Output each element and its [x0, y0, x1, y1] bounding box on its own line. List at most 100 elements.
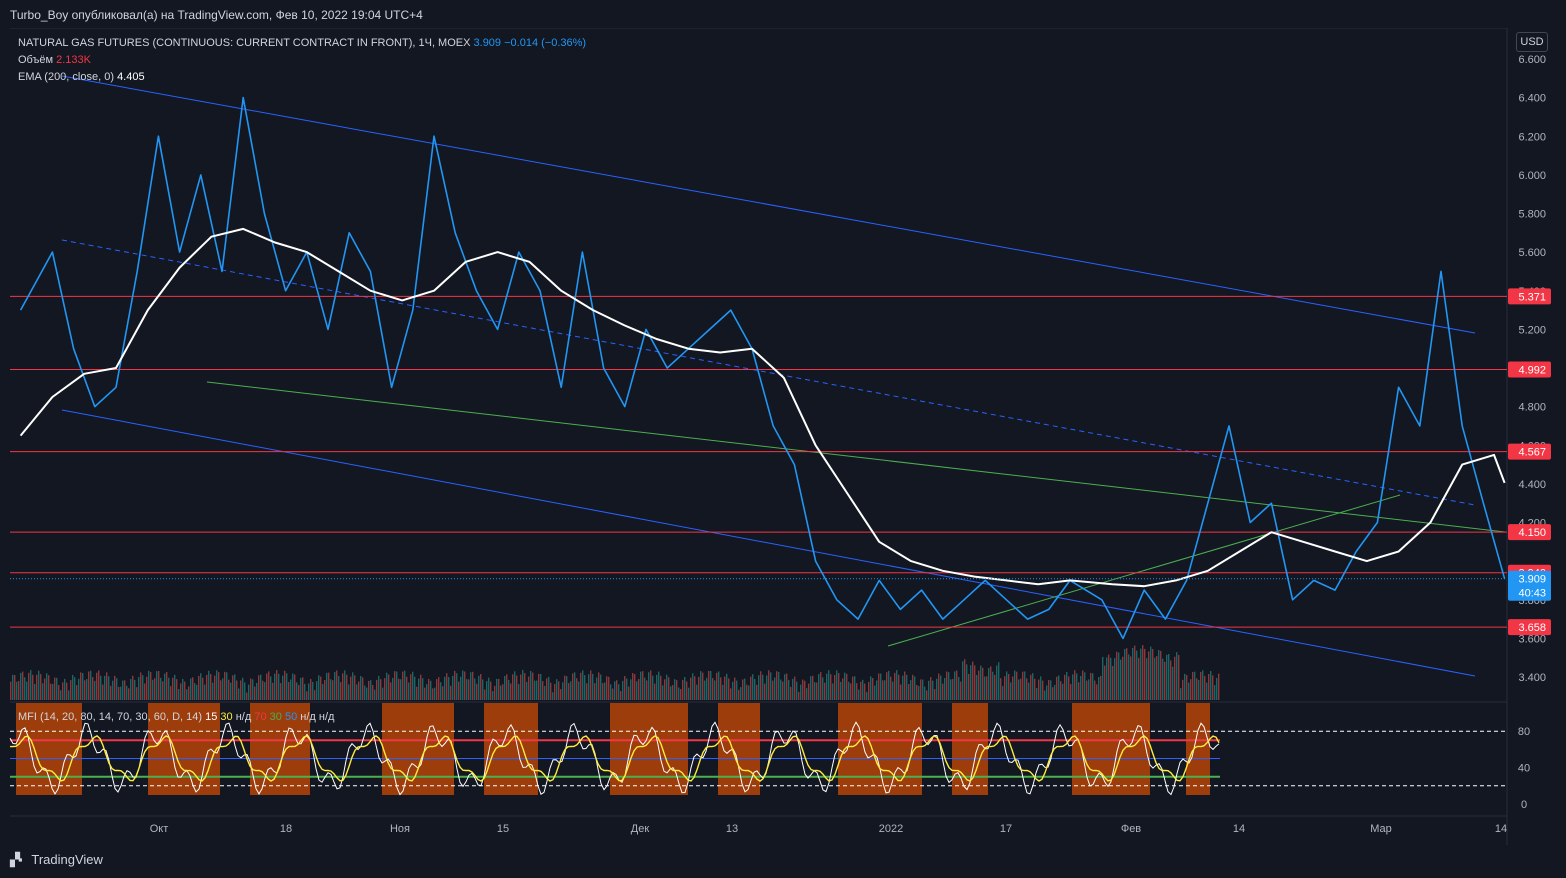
volume-bar: [48, 675, 50, 700]
volume-bar: [20, 672, 22, 700]
volume-bar: [522, 670, 524, 700]
volume-bar: [198, 675, 200, 700]
mfi-band: [676, 703, 682, 795]
volume-bar: [1198, 680, 1200, 700]
volume-bar: [1012, 676, 1014, 700]
volume-bar: [1068, 676, 1070, 700]
volume-bar: [670, 686, 672, 700]
volume-bar: [942, 683, 944, 700]
symbol-title[interactable]: NATURAL GAS FUTURES (CONTINUOUS: CURRENT…: [18, 37, 470, 49]
volume-bar: [898, 674, 900, 700]
volume-bar: [1116, 651, 1118, 700]
volume-bar: [820, 672, 822, 700]
volume-bar: [860, 681, 862, 700]
currency-button[interactable]: USD: [1516, 32, 1548, 52]
volume-bar: [544, 685, 546, 700]
footer-bar: [0, 845, 1566, 878]
volume-bar: [216, 670, 218, 700]
mfi-band: [724, 703, 730, 795]
mfi-band: [646, 703, 652, 795]
volume-bar: [928, 680, 930, 700]
volume-bar: [1032, 673, 1034, 700]
volume-bar: [1186, 675, 1188, 700]
volume-bar: [606, 676, 608, 700]
ema-row[interactable]: EMA (200, close, 0) 4.405: [18, 69, 586, 86]
volume-bar: [88, 671, 90, 700]
price-chart[interactable]: 6.6006.4006.2006.0005.8005.6005.4005.200…: [0, 0, 1566, 878]
volume-bar: [510, 683, 512, 700]
volume-bar: [334, 672, 336, 700]
mfi-band: [856, 703, 862, 795]
tradingview-logo[interactable]: ▞▪ TradingView: [10, 852, 103, 868]
volume-bar: [202, 677, 204, 700]
volume-bar: [352, 672, 354, 700]
volume-bar: [480, 673, 482, 700]
mfi-band: [412, 703, 418, 795]
volume-bar: [158, 671, 160, 700]
mfi-band: [652, 703, 658, 795]
volume-bar: [774, 677, 776, 700]
volume-bar: [470, 672, 472, 700]
volume-bar: [516, 675, 518, 700]
volume-bar: [54, 677, 56, 700]
publisher-bar: Turbo_Boy опубликовал(а) на TradingView.…: [0, 0, 1566, 28]
volume-bar: [638, 679, 640, 700]
volume-bar: [1174, 656, 1176, 700]
level-label: 5.371: [1518, 291, 1546, 303]
tradingview-logo-icon: ▞▪: [10, 852, 23, 867]
volume-bar: [44, 678, 46, 700]
volume-bar: [434, 687, 436, 700]
volume-bar: [328, 672, 330, 700]
time-tick-label: Ноя: [390, 823, 410, 835]
volume-bar: [468, 679, 470, 700]
mfi-band: [1096, 703, 1102, 795]
brand-name: TradingView: [31, 852, 103, 867]
volume-bar: [1004, 676, 1006, 700]
volume-bar: [958, 676, 960, 700]
mfi-band: [670, 703, 676, 795]
volume-bar: [370, 680, 372, 700]
volume-bar: [436, 679, 438, 700]
volume-bar: [458, 681, 460, 700]
volume-bar: [1082, 670, 1084, 700]
time-tick-label: 14: [1233, 823, 1245, 835]
volume-bar: [1034, 678, 1036, 700]
volume-row[interactable]: Объём 2.133K: [18, 52, 586, 69]
mfi-band: [394, 703, 400, 795]
volume-bar: [1180, 688, 1182, 700]
volume-bar: [26, 681, 28, 700]
volume-bar: [676, 680, 678, 700]
volume-bar: [1022, 671, 1024, 700]
volume-bar: [594, 683, 596, 700]
volume-bar: [740, 687, 742, 700]
volume-bar: [1112, 665, 1114, 700]
mfi-legend[interactable]: MFI (14, 20, 80, 14, 70, 30, 60, D, 14) …: [18, 711, 334, 723]
volume-bar: [728, 678, 730, 700]
volume-bar: [794, 676, 796, 700]
volume-bar: [832, 683, 834, 700]
mfi-band: [664, 703, 670, 795]
volume-bar: [420, 674, 422, 700]
volume-bar: [906, 674, 908, 700]
volume-bar: [528, 676, 530, 700]
volume-bar: [1126, 648, 1128, 700]
volume-bar: [312, 681, 314, 700]
volume-bar: [308, 683, 310, 700]
countdown-label: 40:43: [1518, 588, 1546, 600]
volume-bar: [818, 674, 820, 700]
volume-bar: [1142, 645, 1144, 700]
volume-bar: [508, 679, 510, 700]
volume-bar: [914, 676, 916, 700]
last-price: 3.909: [473, 37, 502, 49]
volume-bar: [808, 683, 810, 700]
volume-bar: [154, 678, 156, 700]
volume-bar: [1218, 673, 1220, 700]
mfi-band: [1192, 703, 1198, 795]
volume-bar: [152, 679, 154, 700]
volume-bar: [994, 674, 996, 700]
symbol-row[interactable]: NATURAL GAS FUTURES (CONTINUOUS: CURRENT…: [18, 35, 586, 52]
volume-bar: [706, 677, 708, 700]
volume-bar: [1166, 654, 1168, 700]
volume-bar: [102, 684, 104, 700]
mfi-band: [508, 703, 514, 795]
